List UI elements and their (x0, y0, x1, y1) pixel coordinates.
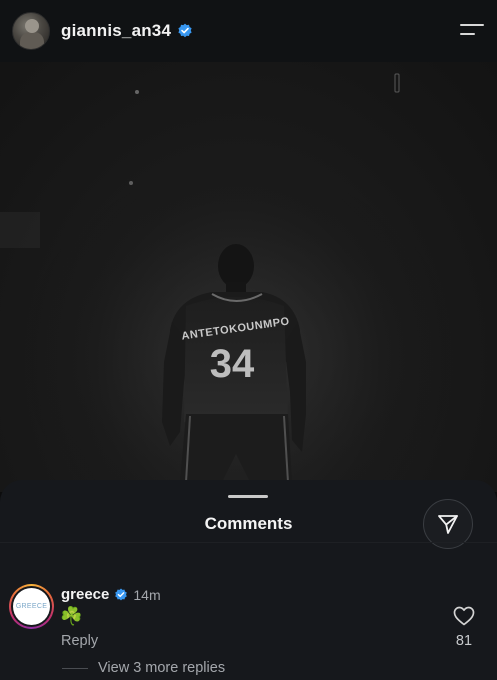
sheet-grabber[interactable] (228, 495, 268, 498)
greece-logo: GREECE (13, 588, 50, 625)
sheet-divider (0, 542, 497, 543)
reply-button[interactable]: Reply (61, 633, 98, 649)
comments-sheet: Comments GREECE greece 14m ☘️ Reply 81 V… (0, 480, 497, 680)
comment-timestamp: 14m (133, 586, 161, 603)
jersey-number: 34 (210, 342, 255, 386)
view-more-replies-button[interactable]: View 3 more replies (98, 660, 225, 676)
send-icon (438, 515, 458, 534)
comment-text: ☘️ (60, 606, 83, 626)
heart-icon[interactable] (453, 606, 475, 626)
basketball-player-photo: ANTETOKOUNMPO 34 (0, 62, 497, 492)
comment-header: greece 14m (61, 586, 161, 603)
post-header: giannis_an34 (0, 0, 497, 62)
comment-username[interactable]: greece (61, 586, 109, 603)
like-count: 81 (455, 633, 473, 649)
replies-divider-line (62, 668, 88, 669)
profile-avatar[interactable] (12, 12, 50, 50)
post-photo[interactable]: ANTETOKOUNMPO 34 (0, 62, 497, 492)
verified-badge-icon (178, 23, 192, 38)
comment-avatar[interactable]: GREECE (9, 584, 54, 629)
verified-badge-icon (115, 588, 128, 600)
menu-icon[interactable] (459, 20, 485, 40)
username[interactable]: giannis_an34 (61, 21, 171, 41)
